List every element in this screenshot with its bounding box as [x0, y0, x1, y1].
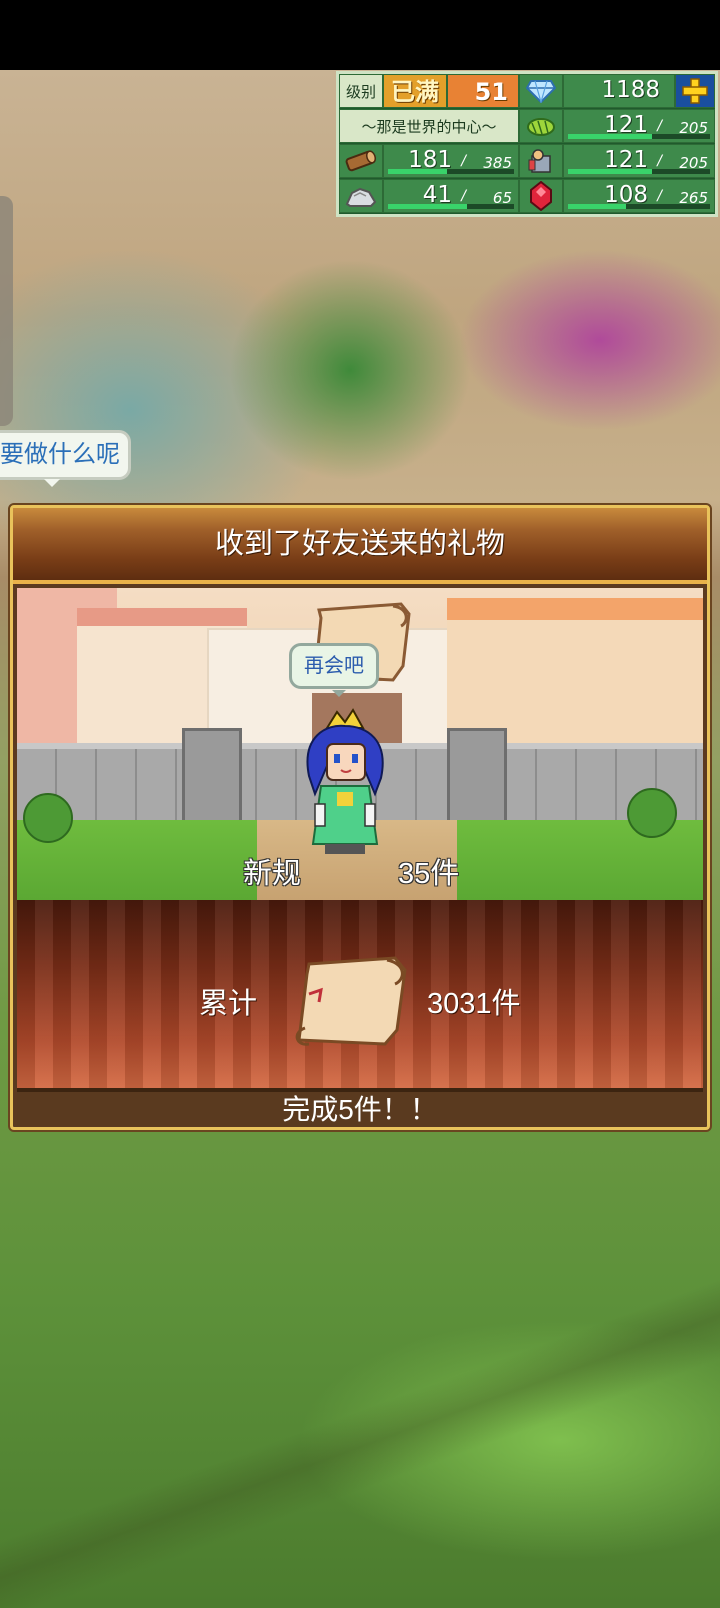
staff-icon — [519, 144, 563, 178]
dialog-title: 收到了好友送来的礼物 — [13, 508, 707, 584]
scroll-icon — [295, 956, 407, 1046]
gift-scene: 再会吧 新规 35件 — [17, 588, 703, 900]
resource-panel: 级别 已满 51 1188 ～那是世界的中心～ 121 / 205 181 / … — [336, 71, 718, 217]
rank-badge: 已满 — [383, 74, 447, 108]
wood-bar — [388, 169, 514, 174]
stone-counter: 41 / 65 — [383, 179, 519, 213]
tree — [23, 793, 73, 843]
food-bar — [568, 134, 710, 139]
level-value: 51 — [447, 74, 519, 108]
side-speech-bubble: 要做什么呢 — [0, 430, 131, 487]
stone-bar — [388, 204, 514, 209]
total-section: 累计 3031件 — [17, 900, 703, 1094]
ruby-bar — [568, 204, 710, 209]
food-counter: 121 / 205 — [563, 109, 715, 143]
add-gems-button[interactable] — [675, 74, 715, 108]
level-label: 级别 — [339, 74, 383, 108]
total-count: 3031件 — [427, 988, 521, 1020]
staff-slash: / — [657, 153, 662, 169]
ruby-icon — [519, 179, 563, 213]
stone-slash: / — [461, 188, 466, 204]
completion-message: 完成5件！！ — [17, 1088, 703, 1126]
log-icon — [339, 144, 383, 178]
food-slash: / — [657, 118, 662, 134]
diamond-icon — [519, 74, 563, 108]
farewell-speech-bubble: 再会吧 — [289, 643, 379, 697]
new-count: 35件 — [398, 858, 460, 890]
wood-slash: / — [461, 153, 466, 169]
gift-dialog[interactable]: 收到了好友送来的礼物 再会吧 新规 35件 累计 3031件 完成5件！！ — [10, 505, 710, 1130]
tree — [627, 788, 677, 838]
town-title: ～那是世界的中心～ — [339, 109, 519, 143]
crop-icon — [519, 109, 563, 143]
staff-counter: 121 / 205 — [563, 144, 715, 178]
status-bar — [0, 0, 720, 70]
gem-value: 1188 — [601, 77, 660, 103]
new-label: 新规 — [243, 858, 302, 890]
wood-counter: 181 / 385 — [383, 144, 519, 178]
staff-bar — [568, 169, 710, 174]
gem-counter: 1188 — [563, 74, 675, 108]
total-label: 累计 — [199, 988, 258, 1020]
character-sprite — [306, 708, 384, 854]
side-drawer-tab[interactable] — [0, 196, 13, 426]
ruby-counter: 108 / 265 — [563, 179, 715, 213]
plus-icon — [682, 78, 708, 104]
ruby-slash: / — [657, 188, 662, 204]
stone-icon — [339, 179, 383, 213]
